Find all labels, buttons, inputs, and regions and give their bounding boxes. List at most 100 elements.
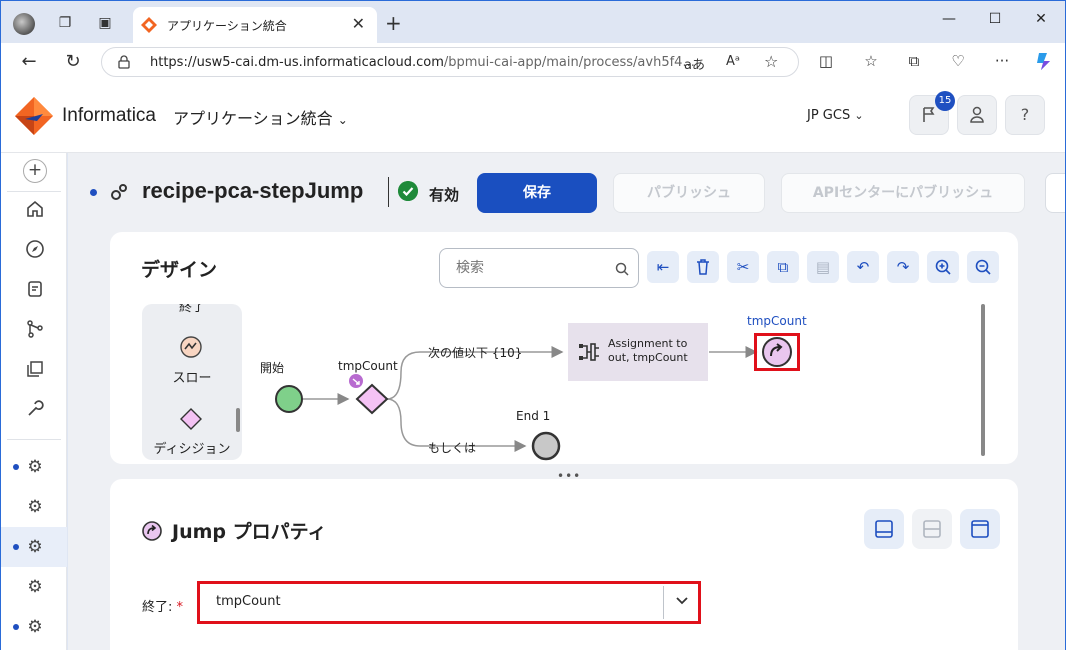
end-label: End 1 [516,409,551,423]
close-tab-icon[interactable]: ✕ [352,14,365,33]
help-button[interactable]: ? [1005,95,1045,135]
start-node[interactable] [275,385,303,413]
help-icon: ? [1020,105,1030,124]
end-field-label: 終了: * [142,596,183,615]
user-icon [970,106,984,123]
url-text: https://usw5-cai.dm-us.informaticacloud.… [150,55,695,70]
process-gear-icon [111,184,127,200]
flag-icon [923,107,935,122]
lock-icon [118,55,130,69]
publish-button[interactable]: パブリッシュ [613,173,765,213]
chevron-down-icon: ⌄ [337,113,348,127]
close-window-icon[interactable]: ✕ [1031,11,1051,27]
start-label: 開始 [260,361,285,375]
check-circle-icon [398,181,418,201]
path-condition-label[interactable]: 次の値以下 {10} [428,344,522,361]
translate-icon[interactable]: aあ [684,54,705,73]
maximize-icon[interactable]: ☐ [985,11,1005,27]
url-field[interactable]: https://usw5-cai.dm-us.informaticacloud.… [101,47,799,77]
process-gear-icon[interactable]: ⚙ [23,575,47,599]
user-profile-button[interactable] [957,95,997,135]
connections-icon[interactable] [23,319,47,343]
org-name: JP GCS [807,108,851,123]
unsaved-dot [90,189,97,196]
tab-strip: ❐ ▣ アプリケーション統合 ✕ + — ☐ ✕ [1,1,1065,43]
tab-actions-icon[interactable]: ▣ [96,14,114,32]
canvas-scrollbar[interactable] [981,304,985,456]
split-view-button[interactable] [912,509,952,549]
select-divider [663,586,664,619]
favorite-star-icon[interactable]: ☆ [764,52,778,71]
split-screen-icon[interactable]: ◫ [815,52,837,70]
required-mark: * [176,600,184,615]
process-gear-icon[interactable]: ⚙ [23,535,47,559]
design-panel: デザイン ⇤ ✂ ⧉ ▤ ↶ ↷ 終了 スロー [110,232,1018,464]
left-nav-rail: + ⚙ ⚙ ⚙ ⚙ ⚙ [1,153,67,650]
jump-highlight-box [754,333,800,371]
app-switcher[interactable]: アプリケーション統合 ⌄ [173,105,348,129]
assignment-line-2: out, tmpCount [608,351,688,364]
monitor-icon[interactable] [23,279,47,303]
more-actions-button[interactable] [1045,173,1065,213]
assignment-label: Assignment to out, tmpCount [608,337,688,365]
title-divider [388,177,389,207]
decision-label: tmpCount [338,359,398,373]
jump-target-label: tmpCount [747,314,807,328]
status-label: 有効 [429,186,460,204]
page-title: recipe-pca-stepJump [142,178,364,203]
read-aloud-icon[interactable]: Aᵃ [726,54,740,69]
save-button[interactable]: 保存 [477,173,597,213]
new-tab-icon[interactable]: + [385,11,402,35]
url-host: https://usw5-cai.dm-us.informaticacloud.… [150,55,444,70]
process-gear-icon[interactable]: ⚙ [23,455,47,479]
process-gear-icon[interactable]: ⚙ [23,615,47,639]
app-name: アプリケーション統合 [173,109,333,128]
notification-badge: 15 [935,91,955,111]
browser-tab[interactable]: アプリケーション統合 ✕ [133,7,377,43]
back-icon[interactable]: ← [18,51,40,72]
tab-title: アプリケーション統合 [167,19,287,33]
wrench-icon[interactable] [23,399,47,423]
assignment-line-1: Assignment to [608,337,688,350]
assignment-step[interactable]: Assignment to out, tmpCount [568,323,708,381]
chevron-down-icon[interactable] [674,593,690,609]
end-field-label-text: 終了: [142,600,173,615]
process-gear-icon[interactable]: ⚙ [23,495,47,519]
browser-window: ❐ ▣ アプリケーション統合 ✕ + — ☐ ✕ ← ↻ https://usw… [1,1,1065,650]
brand-name: Informatica [62,105,156,126]
end-target-select[interactable]: tmpCount [197,581,701,624]
path-otherwise-label[interactable]: もしくは [428,439,476,456]
explore-icon[interactable] [23,239,47,263]
dock-top-button[interactable] [960,509,1000,549]
chevron-down-icon: ⌄ [854,109,864,122]
informatica-favicon-icon [141,17,157,33]
add-icon[interactable]: + [23,159,47,183]
org-selector[interactable]: JP GCS ⌄ [807,108,864,123]
end-node[interactable] [531,431,561,461]
process-canvas [275,337,792,461]
address-bar-row: ← ↻ https://usw5-cai.dm-us.informaticacl… [1,43,1065,81]
copilot-icon[interactable] [1033,50,1055,76]
profile-avatar[interactable] [13,13,35,35]
more-menu-icon[interactable]: ··· [991,52,1013,70]
properties-title: Jump プロパティ [172,521,327,543]
app-header: Informatica アプリケーション統合 ⌄ JP GCS ⌄ 15 ? [1,81,1065,153]
workspaces-icon[interactable]: ❐ [56,14,74,32]
main-content: recipe-pca-stepJump 有効 保存 パブリッシュ APIセンター… [68,153,1065,650]
dock-bottom-button[interactable] [864,509,904,549]
assignment-icon [579,343,599,361]
refresh-icon[interactable]: ↻ [62,51,84,72]
home-icon[interactable] [23,199,47,223]
collections-icon[interactable]: ⧉ [903,52,925,70]
bundles-icon[interactable] [23,359,47,383]
publish-api-center-button[interactable]: APIセンターにパブリッシュ [781,173,1025,213]
browser-essentials-icon[interactable]: ♡ [947,52,969,70]
properties-panel: Jump プロパティ 終了: * tmpCount [110,479,1018,650]
end-target-value: tmpCount [216,594,281,609]
favorites-icon[interactable]: ☆ [860,52,882,70]
jump-icon [142,521,162,541]
informatica-logo-icon [15,97,53,135]
minimize-icon[interactable]: — [939,11,959,27]
url-path: /bpmui-cai-app/main/process/avh5f4... [443,55,695,70]
decision-node[interactable] [355,383,389,415]
